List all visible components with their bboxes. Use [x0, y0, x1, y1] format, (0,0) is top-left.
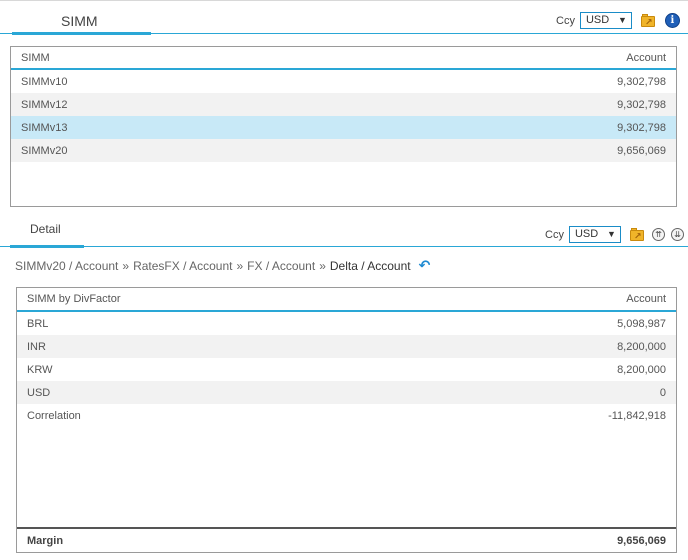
breadcrumb-item[interactable]: SIMMv20 / Account: [15, 259, 118, 273]
currency-value: USD: [574, 228, 599, 240]
row-name: SIMMv13: [21, 121, 68, 134]
table-row[interactable]: SIMMv12 9,302,798: [11, 93, 676, 116]
row-value: 9,302,798: [617, 121, 666, 134]
column-header-account[interactable]: Account: [626, 52, 666, 64]
double-chevron-down-icon[interactable]: ⇊: [670, 228, 684, 241]
row-value: 0: [659, 386, 666, 399]
footer-label: Margin: [27, 534, 64, 547]
breadcrumb-item[interactable]: RatesFX / Account: [133, 259, 232, 273]
detail-currency-select[interactable]: USD ▼: [568, 226, 621, 243]
row-value: 9,656,069: [617, 144, 666, 157]
breadcrumb-separator: »: [319, 258, 326, 273]
row-name: SIMMv12: [21, 98, 68, 111]
row-name: Correlation: [27, 409, 81, 422]
table-row[interactable]: SIMMv20 9,656,069: [11, 139, 676, 162]
double-chevron-up-icon[interactable]: ⇈: [651, 228, 665, 241]
table-row-selected[interactable]: SIMMv13 9,302,798: [11, 116, 676, 139]
row-name: SIMMv10: [21, 75, 68, 88]
info-icon[interactable]: i: [664, 13, 680, 28]
table-row[interactable]: SIMMv10 9,302,798: [11, 70, 676, 93]
row-value: 8,200,000: [617, 363, 666, 376]
ccy-label: Ccy: [556, 14, 575, 27]
dropdown-arrow-icon: ▼: [618, 15, 627, 25]
column-header-account[interactable]: Account: [626, 293, 666, 305]
tab-detail[interactable]: Detail: [10, 217, 84, 248]
folder-export-icon[interactable]: ↗: [640, 13, 657, 28]
column-header-divfactor[interactable]: SIMM by DivFactor: [27, 293, 121, 305]
row-value: 8,200,000: [617, 340, 666, 353]
ccy-label: Ccy: [545, 228, 564, 241]
table-row[interactable]: INR 8,200,000: [17, 335, 676, 358]
breadcrumb-separator: »: [236, 258, 244, 273]
column-header-simm[interactable]: SIMM: [21, 52, 50, 64]
row-name: INR: [27, 340, 46, 353]
detail-currency-group: Ccy USD ▼ ↗ ⇈ ⇊: [545, 226, 684, 243]
breadcrumb-item[interactable]: FX / Account: [247, 259, 315, 273]
breadcrumb: SIMMv20 / Account » RatesFX / Account » …: [15, 257, 430, 274]
dropdown-arrow-icon: ▼: [607, 229, 616, 239]
breadcrumb-separator: »: [122, 258, 130, 273]
row-value: 9,302,798: [617, 75, 666, 88]
row-value: -11,842,918: [608, 409, 666, 422]
detail-grid-header: SIMM by DivFactor Account: [17, 288, 676, 312]
folder-export-icon[interactable]: ↗: [629, 227, 646, 242]
breadcrumb-current: Delta / Account: [329, 258, 411, 273]
detail-grid: SIMM by DivFactor Account BRL 5,098,987 …: [16, 287, 677, 553]
table-row[interactable]: KRW 8,200,000: [17, 358, 676, 381]
row-value: 9,302,798: [617, 98, 666, 111]
top-currency-select[interactable]: USD ▼: [579, 12, 632, 29]
simm-grid-header: SIMM Account: [11, 47, 676, 70]
simm-grid: SIMM Account SIMMv10 9,302,798 SIMMv12 9…: [10, 46, 677, 207]
undo-arrow-icon[interactable]: ↶: [419, 257, 431, 274]
row-value: 5,098,987: [617, 317, 666, 330]
table-row[interactable]: Correlation -11,842,918: [17, 404, 676, 427]
row-name: SIMMv20: [21, 144, 68, 157]
row-name: USD: [27, 386, 51, 399]
table-row[interactable]: BRL 5,098,987: [17, 312, 676, 335]
grid-footer-total: Margin 9,656,069: [17, 527, 676, 552]
row-name: BRL: [27, 317, 49, 330]
table-row[interactable]: USD 0: [17, 381, 676, 404]
footer-value: 9,656,069: [617, 534, 666, 547]
row-name: KRW: [27, 363, 53, 376]
currency-value: USD: [585, 14, 610, 26]
top-currency-group: Ccy USD ▼ ↗ i: [556, 12, 680, 29]
tab-simm[interactable]: SIMM: [12, 4, 151, 35]
